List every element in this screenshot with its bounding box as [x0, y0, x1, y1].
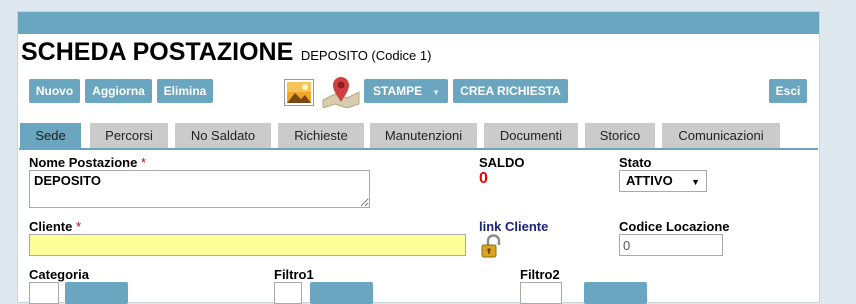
categoria-field[interactable]: [29, 282, 59, 304]
aggiorna-button[interactable]: Aggiorna: [85, 79, 152, 103]
filtro1-label: Filtro1: [274, 267, 314, 282]
tab-manutenzioni[interactable]: Manutenzioni: [370, 123, 477, 148]
codice-locazione-field[interactable]: 0: [619, 234, 723, 256]
cliente-label: Cliente *: [29, 219, 81, 234]
esci-button[interactable]: Esci: [769, 79, 807, 103]
stato-label: Stato: [619, 155, 652, 170]
saldo-value: 0: [479, 170, 488, 187]
tab-documenti[interactable]: Documenti: [484, 123, 578, 148]
nome-postazione-label: Nome Postazione *: [29, 155, 146, 170]
page-title-main: SCHEDA POSTAZIONE: [21, 38, 294, 66]
tabs-divider: [19, 148, 818, 150]
tab-richieste[interactable]: Richieste: [278, 123, 364, 148]
chevron-down-icon: ▼: [691, 177, 700, 187]
padlock-icon[interactable]: [479, 234, 503, 260]
map-pin-icon[interactable]: [321, 74, 361, 108]
nome-postazione-label-text: Nome Postazione: [29, 155, 138, 170]
filtro2-label: Filtro2: [520, 267, 560, 282]
codice-locazione-label: Codice Locazione: [619, 219, 730, 234]
cliente-field[interactable]: [29, 234, 466, 256]
nome-postazione-field[interactable]: DEPOSITO: [29, 170, 370, 208]
stato-select-value: ATTIVO: [626, 173, 673, 188]
tab-percorsi[interactable]: Percorsi: [90, 123, 168, 148]
filtro1-field[interactable]: [274, 282, 302, 304]
image-icon[interactable]: [284, 79, 314, 106]
required-marker: *: [75, 219, 82, 234]
link-cliente[interactable]: link Cliente: [479, 219, 548, 234]
tab-comunicazioni[interactable]: Comunicazioni: [662, 123, 780, 148]
categoria-button[interactable]: [65, 282, 128, 304]
stampe-label: STAMPE: [373, 84, 423, 98]
filtro2-button[interactable]: [584, 282, 647, 304]
saldo-label: SALDO: [479, 155, 525, 170]
top-bar: [18, 12, 819, 34]
crea-richiesta-button[interactable]: CREA RICHIESTA: [453, 79, 568, 103]
tab-storico[interactable]: Storico: [585, 123, 655, 148]
required-marker: *: [140, 155, 147, 170]
cliente-label-text: Cliente: [29, 219, 73, 234]
filtro2-field[interactable]: [520, 282, 562, 304]
filtro1-button[interactable]: [310, 282, 373, 304]
categoria-label: Categoria: [29, 267, 89, 282]
chevron-down-icon: ▼: [432, 88, 441, 97]
page-title: SCHEDA POSTAZIONE DEPOSITO (Codice 1): [21, 38, 431, 67]
stampe-dropdown[interactable]: STAMPE ▼: [364, 79, 448, 103]
elimina-button[interactable]: Elimina: [157, 79, 213, 103]
tab-no-saldato[interactable]: No Saldato: [175, 123, 271, 148]
scheda-panel: SCHEDA POSTAZIONE DEPOSITO (Codice 1) Nu…: [17, 11, 820, 304]
tab-sede[interactable]: Sede: [20, 123, 81, 150]
nuovo-button[interactable]: Nuovo: [29, 79, 80, 103]
stato-select[interactable]: ATTIVO ▼: [619, 170, 707, 192]
page-subtitle: DEPOSITO (Codice 1): [300, 48, 432, 63]
